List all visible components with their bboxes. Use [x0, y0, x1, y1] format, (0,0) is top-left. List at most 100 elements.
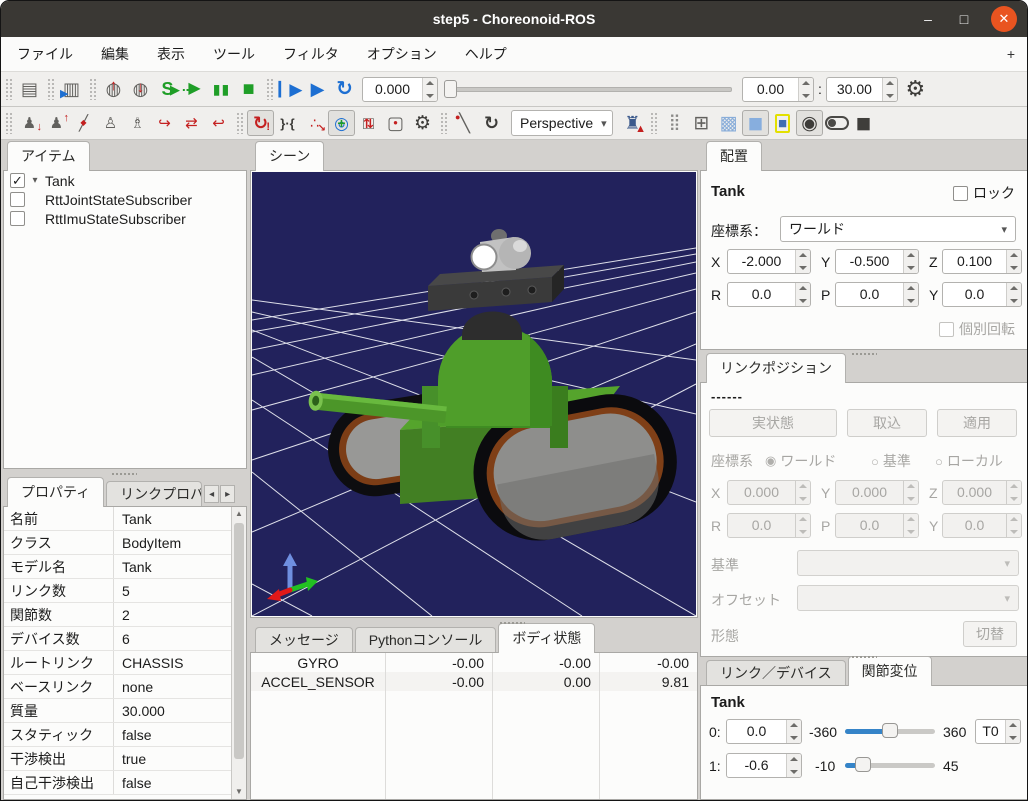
pitch-spinbox[interactable]: 0.0 [835, 282, 919, 307]
y-position-spinbox[interactable]: 0.000 [835, 480, 919, 505]
wireframe-mode-button[interactable]: ⊞ [688, 110, 715, 136]
property-row[interactable]: デバイス数6 [4, 627, 231, 651]
ik-joint-path-button[interactable]: ∴↘ [301, 110, 328, 136]
slider-handle[interactable] [855, 757, 871, 772]
origin-marker-button[interactable]: ╱◆ [70, 110, 97, 136]
body-collision-warning-button[interactable]: ♜▲ [619, 110, 646, 136]
toolbar-grip[interactable] [47, 78, 54, 100]
spin-down-button[interactable] [1007, 262, 1021, 274]
spin-down-button[interactable] [796, 526, 810, 538]
collision-detection-button[interactable]: □⇅ [355, 110, 382, 136]
tab-property[interactable]: プロパティ [7, 477, 104, 507]
spin-up-button[interactable] [787, 754, 801, 766]
property-row[interactable]: リンク数5 [4, 579, 231, 603]
symmetric-copy-right-button[interactable]: ↪ [151, 110, 178, 136]
spin-down-button[interactable] [904, 295, 918, 307]
time-range-end-spinbox[interactable]: 30.00 [826, 77, 898, 102]
tab-joint-displacement[interactable]: 関節変位 [848, 656, 932, 686]
property-row[interactable]: 自己干渉検出false [4, 771, 231, 795]
projection-select[interactable]: Perspective ▾ [511, 110, 613, 136]
tab-message[interactable]: メッセージ [255, 627, 353, 653]
menu-help[interactable]: ヘルプ [465, 44, 507, 64]
restore-world-button[interactable]: ◍↓ [127, 76, 154, 102]
joint-0-phase-spinbox[interactable]: T0 [975, 719, 1021, 744]
collision-model-button[interactable]: ◼ [850, 110, 877, 136]
pitch-spinbox[interactable]: 0.0 [835, 513, 919, 538]
spin-down-button[interactable] [1006, 732, 1020, 744]
scene-viewport[interactable] [252, 172, 696, 616]
fetch-button[interactable]: 取込 [847, 409, 927, 437]
store-body-pose-button[interactable]: ♟↓ [16, 110, 43, 136]
simulation-pause-button[interactable]: ▮▮ [208, 76, 235, 102]
save-button[interactable]: ▤ [16, 76, 43, 102]
spin-up-button[interactable] [904, 481, 918, 493]
spin-down-button[interactable] [787, 766, 801, 778]
menu-options[interactable]: オプション [367, 44, 437, 64]
menu-file[interactable]: ファイル [17, 44, 73, 64]
yaw-spinbox[interactable]: 0.0 [942, 282, 1022, 307]
joint-1-spinbox[interactable]: -0.6 [726, 753, 802, 778]
tree-item-imu-subscriber[interactable]: RttImuStateSubscriber [4, 209, 246, 228]
spin-down-button[interactable] [1007, 526, 1021, 538]
spin-down-button[interactable] [1007, 493, 1021, 505]
spin-down-button[interactable] [787, 732, 801, 744]
tab-items[interactable]: アイテム [7, 141, 90, 171]
spin-up-button[interactable] [423, 78, 437, 90]
toolbar-grip[interactable] [440, 112, 447, 134]
reload-item-button[interactable]: ▥▶ [58, 76, 85, 102]
joint-0-slider[interactable] [845, 721, 935, 741]
radio-base[interactable]: ○基準 [871, 451, 911, 471]
splitter-handle[interactable] [851, 655, 877, 659]
roll-spinbox[interactable]: 0.0 [727, 513, 811, 538]
actual-state-button[interactable]: 実状態 [709, 409, 837, 437]
spin-up-button[interactable] [796, 283, 810, 295]
initial-pose-button[interactable]: ♙ [97, 110, 124, 136]
tree-item-tank[interactable]: ✓ ▾ Tank [4, 171, 246, 190]
item-label[interactable]: RttImuStateSubscriber [45, 211, 186, 227]
menu-filter[interactable]: フィルタ [283, 44, 339, 64]
spin-up-button[interactable] [787, 720, 801, 732]
menu-edit[interactable]: 編集 [101, 44, 129, 64]
spin-up-button[interactable] [883, 78, 897, 90]
point-rendering-button[interactable]: ⣿ [661, 110, 688, 136]
menu-view[interactable]: 表示 [157, 44, 185, 64]
roll-spinbox[interactable]: 0.0 [727, 282, 811, 307]
minimize-button[interactable]: – [919, 11, 937, 27]
item-checkbox[interactable] [10, 211, 25, 226]
standard-pose-button[interactable]: ♗ [124, 110, 151, 136]
spin-down-button[interactable] [423, 89, 437, 101]
title-bar[interactable]: step5 - Choreonoid-ROS – □ ✕ [1, 1, 1027, 37]
splitter-handle[interactable] [499, 621, 525, 625]
toolbar-grip[interactable] [89, 78, 96, 100]
spin-down-button[interactable] [1007, 295, 1021, 307]
property-row[interactable]: 名前Tank [4, 507, 231, 531]
splitter-handle[interactable] [111, 472, 137, 476]
x-position-spinbox[interactable]: -2.000 [727, 249, 811, 274]
simulation-resume-button[interactable]: ▶‥ [181, 76, 208, 102]
expander-icon[interactable]: ▾ [29, 175, 41, 186]
time-range-start-spinbox[interactable]: 0.00 [742, 77, 814, 102]
property-row[interactable]: ベースリンクnone [4, 675, 231, 699]
toolbar-grip[interactable] [266, 78, 273, 100]
spin-up-button[interactable] [799, 78, 813, 90]
property-row[interactable]: 干渉検出true [4, 747, 231, 771]
shaded-mode-button[interactable]: ▩ [715, 110, 742, 136]
yaw-spinbox[interactable]: 0.0 [942, 513, 1022, 538]
switch-configuration-button[interactable]: 切替 [963, 621, 1017, 647]
close-button[interactable]: ✕ [991, 6, 1017, 32]
property-row[interactable]: クラスBodyItem [4, 531, 231, 555]
tab-placement[interactable]: 配置 [706, 141, 762, 171]
spin-up-button[interactable] [904, 250, 918, 262]
spin-down-button[interactable] [904, 262, 918, 274]
spin-down-button[interactable] [904, 526, 918, 538]
menu-tools[interactable]: ツール [213, 44, 255, 64]
individual-rotation-checkbox[interactable]: 個別回転 [939, 319, 1015, 339]
store-world-button[interactable]: ◍↑ [100, 76, 127, 102]
highlight-toggle-button[interactable] [823, 110, 850, 136]
spin-up-button[interactable] [796, 514, 810, 526]
foot-snap-button[interactable]: ◎+ [328, 110, 355, 136]
visual-model-button[interactable]: ■ [769, 110, 796, 136]
property-row[interactable]: 関節数2 [4, 603, 231, 627]
body-state-row[interactable]: ACCEL_SENSOR -0.00 0.00 9.81 [251, 672, 697, 691]
z-position-spinbox[interactable]: 0.100 [942, 249, 1022, 274]
